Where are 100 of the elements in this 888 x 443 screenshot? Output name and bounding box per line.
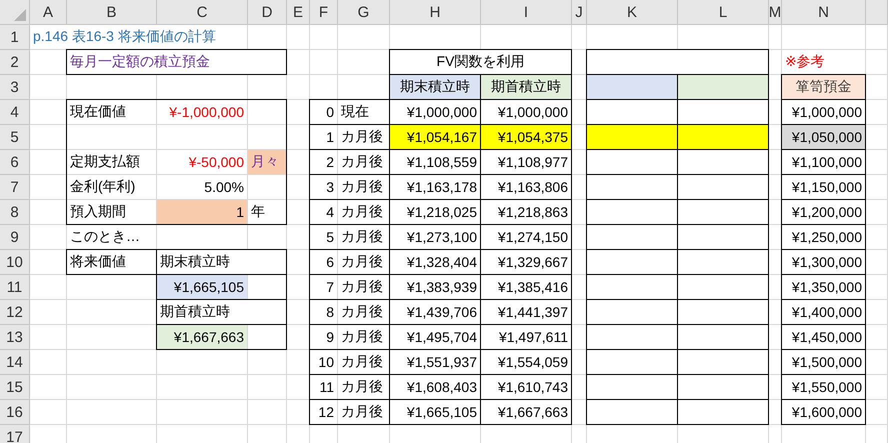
column-header[interactable]: D bbox=[248, 0, 287, 25]
row-header[interactable]: 3 bbox=[0, 75, 30, 100]
table-cell: 1 bbox=[157, 200, 247, 224]
table-cell-text: 0 bbox=[325, 103, 335, 122]
table-cell-text: 将来価値 bbox=[69, 252, 127, 271]
table-cell-text: カ月後 bbox=[340, 177, 384, 196]
table-cell: ¥1,054,167 bbox=[390, 125, 480, 149]
row-header[interactable]: 13 bbox=[0, 325, 30, 350]
table-cell-text: カ月後 bbox=[340, 302, 384, 321]
row-header[interactable]: 15 bbox=[0, 375, 30, 400]
row-header[interactable]: 9 bbox=[0, 225, 30, 250]
row-header[interactable]: 2 bbox=[0, 50, 30, 75]
table-cell-text: 11 bbox=[318, 378, 335, 397]
table-cell-text: ¥1,200,000 bbox=[790, 203, 863, 222]
table-cell-text: カ月後 bbox=[340, 202, 384, 221]
table-cell-text: ¥1,108,977 bbox=[496, 153, 569, 172]
select-all-button[interactable] bbox=[0, 0, 30, 25]
column-header[interactable]: J bbox=[572, 0, 587, 25]
row-header[interactable]: 5 bbox=[0, 125, 30, 150]
row-header[interactable]: 4 bbox=[0, 100, 30, 125]
table-cell-text: ¥1,495,704 bbox=[406, 328, 478, 347]
corner-triangle-icon bbox=[14, 9, 26, 21]
table-cell-text: ¥1,100,000 bbox=[790, 153, 863, 172]
table-cell-text: ¥1,000,000 bbox=[496, 103, 569, 122]
table-cell: 箪笥預金 bbox=[782, 75, 865, 99]
row-header[interactable]: 10 bbox=[0, 250, 30, 275]
table-cell-text: ¥1,610,743 bbox=[496, 378, 569, 397]
column-header[interactable]: A bbox=[30, 0, 67, 25]
table-cell-text: ¥1,383,939 bbox=[406, 278, 478, 297]
table-cell: ¥1,667,663 bbox=[157, 325, 247, 349]
column-header[interactable]: N bbox=[782, 0, 866, 25]
row-header[interactable]: 14 bbox=[0, 350, 30, 375]
table-cell-text: ¥1,400,000 bbox=[790, 303, 863, 322]
table-cell-text: このとき… bbox=[69, 227, 141, 246]
table-cell-text: 2 bbox=[325, 153, 335, 172]
table-cell-text: ¥-1,000,000 bbox=[168, 103, 245, 122]
table-cell: 期首積立時 bbox=[481, 75, 571, 99]
table-cell-text: ¥1,350,000 bbox=[790, 278, 863, 297]
table-cell-text: カ月後 bbox=[340, 227, 384, 246]
table-cell-text: ¥1,250,000 bbox=[790, 228, 863, 247]
table-cell-text: ¥1,608,403 bbox=[406, 378, 478, 397]
table-cell-text: 9 bbox=[325, 328, 335, 347]
table-cell-text: ¥-50,000 bbox=[188, 153, 245, 172]
table-cell-text: ¥1,667,663 bbox=[496, 403, 569, 422]
table-cell-text: ¥1,163,178 bbox=[406, 178, 478, 197]
row-header[interactable]: 16 bbox=[0, 400, 30, 425]
table-cell-text: ¥1,329,667 bbox=[496, 253, 569, 272]
table-cell-text: ¥1,441,397 bbox=[496, 303, 569, 322]
row-header[interactable]: 11 bbox=[0, 275, 30, 300]
row-header[interactable]: 17 bbox=[0, 425, 30, 443]
table-cell-text: 年 bbox=[250, 202, 266, 221]
table-cell-text: ¥1,385,416 bbox=[496, 278, 569, 297]
table-cell-text: ¥1,163,806 bbox=[496, 178, 569, 197]
row-header[interactable]: 8 bbox=[0, 200, 30, 225]
column-header[interactable]: E bbox=[287, 0, 310, 25]
table-cell-text: ¥1,150,000 bbox=[790, 178, 863, 197]
column-header[interactable] bbox=[866, 0, 888, 25]
row-header[interactable]: 7 bbox=[0, 175, 30, 200]
column-header[interactable]: K bbox=[587, 0, 678, 25]
table-cell-text: カ月後 bbox=[340, 377, 384, 396]
table-cell-text: 金利(年利) bbox=[69, 177, 136, 196]
column-header[interactable]: G bbox=[338, 0, 390, 25]
table-cell-text: ¥1,000,000 bbox=[790, 103, 863, 122]
row-header[interactable]: 6 bbox=[0, 150, 30, 175]
table-cell-text: 5.00% bbox=[203, 178, 245, 197]
table-cell-text: 12 bbox=[317, 403, 335, 422]
table-cell-text: ¥1,551,937 bbox=[406, 353, 478, 372]
table-cell-text: ¥1,500,000 bbox=[790, 353, 863, 372]
column-header[interactable]: F bbox=[310, 0, 338, 25]
row-header[interactable]: 1 bbox=[0, 25, 30, 50]
table-cell-text: ¥1,328,404 bbox=[406, 253, 478, 272]
table-cell-text: カ月後 bbox=[340, 277, 384, 296]
table-cell-text: 8 bbox=[325, 303, 335, 322]
table-cell-text: 6 bbox=[325, 253, 335, 272]
column-header[interactable]: B bbox=[67, 0, 157, 25]
column-header[interactable]: I bbox=[481, 0, 572, 25]
table-cell: ¥1,054,375 bbox=[481, 125, 571, 149]
column-header[interactable]: C bbox=[157, 0, 248, 25]
table-cell-text: 現在 bbox=[340, 102, 370, 121]
table-cell-text: 5 bbox=[325, 228, 335, 247]
column-header[interactable]: M bbox=[769, 0, 782, 25]
table-cell-text: カ月後 bbox=[340, 402, 384, 421]
column-header[interactable]: H bbox=[390, 0, 481, 25]
table-cell: 月々 bbox=[248, 150, 286, 174]
table-cell-text: ¥1,218,025 bbox=[406, 203, 478, 222]
row-header[interactable]: 12 bbox=[0, 300, 30, 325]
table-cell-text: ¥1,218,863 bbox=[496, 203, 569, 222]
table-cell-text: 7 bbox=[325, 278, 335, 297]
table-cell-text: カ月後 bbox=[340, 127, 384, 146]
table-cell-text: ¥1,554,059 bbox=[496, 353, 569, 372]
table-cell-text: ¥1,550,000 bbox=[790, 378, 863, 397]
table-cell-text: 現在価値 bbox=[69, 102, 127, 121]
table-cell-text: 10 bbox=[317, 353, 335, 372]
table-cell-text: 1 bbox=[325, 128, 335, 147]
table-cell-text: ¥1,300,000 bbox=[790, 253, 863, 272]
table-cell-text: ¥1,600,000 bbox=[790, 403, 863, 422]
table-cell-text: 定期支払額 bbox=[69, 152, 141, 171]
column-header[interactable]: L bbox=[678, 0, 769, 25]
table-cell-text: ※参考 bbox=[784, 52, 826, 71]
table-cell-text: ¥1,665,105 bbox=[406, 403, 478, 422]
